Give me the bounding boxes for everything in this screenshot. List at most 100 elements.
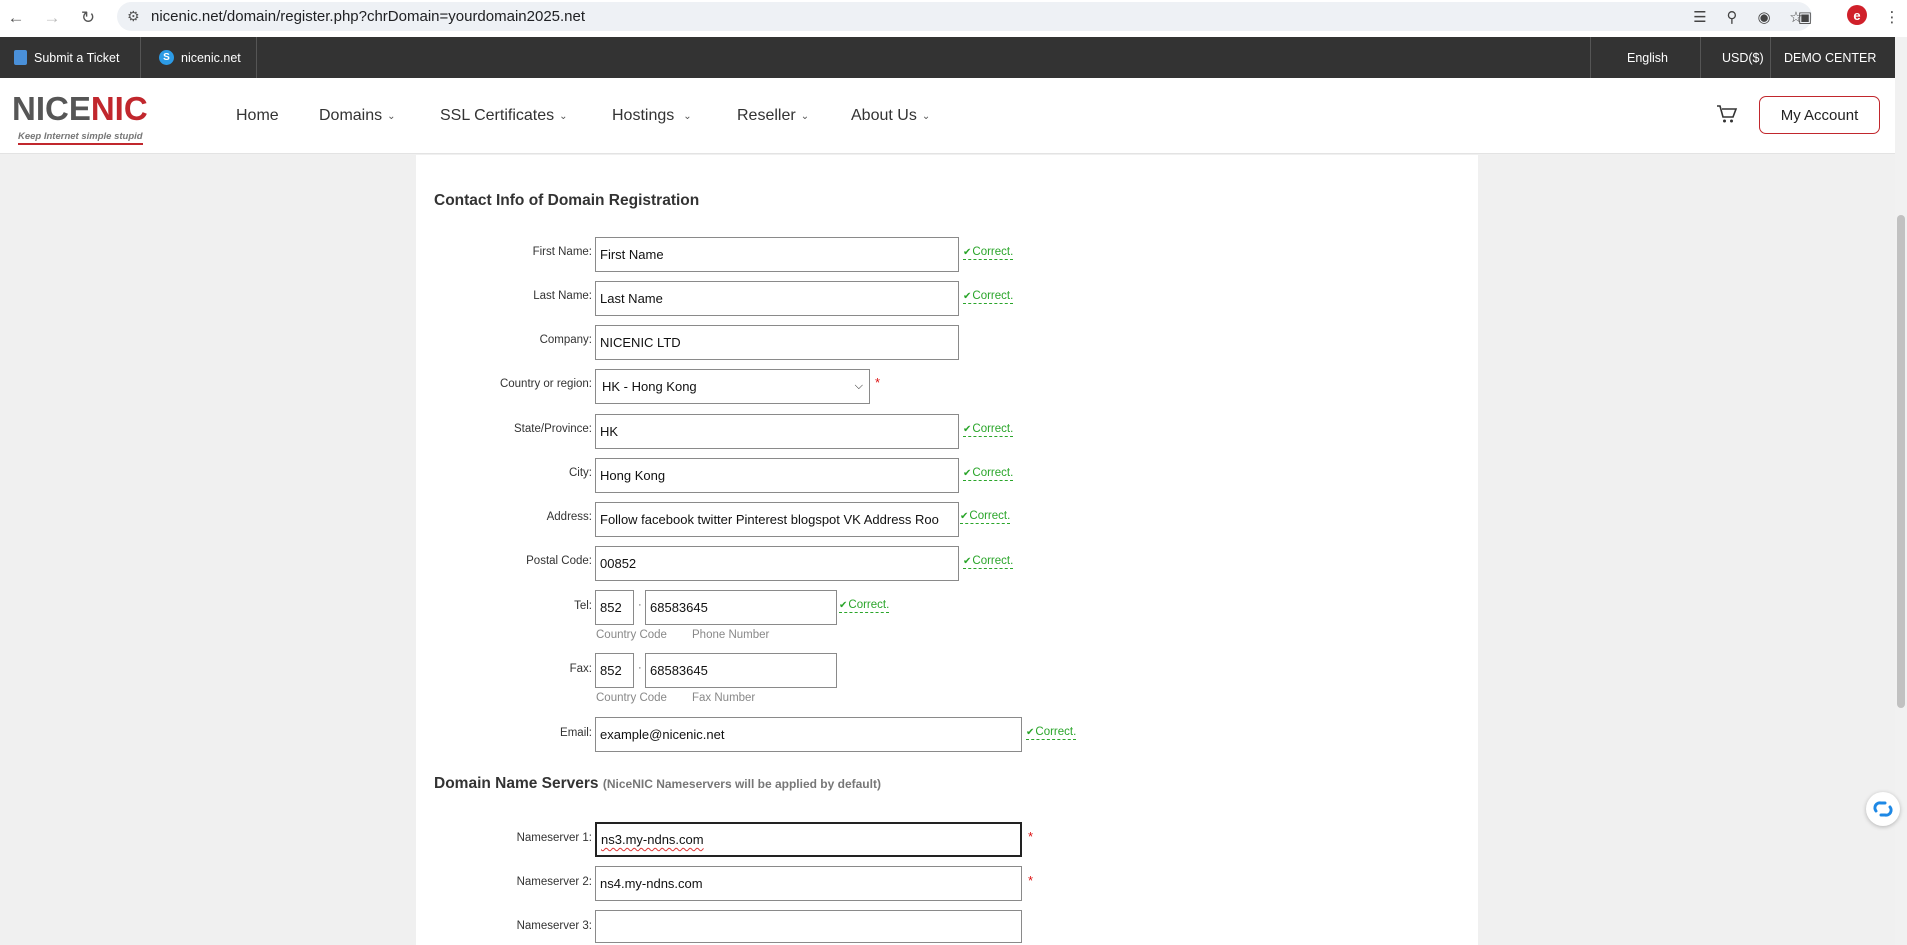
check-icon: ✔ (839, 600, 848, 611)
nameserver-2-field[interactable]: ns4.my-ndns.com (595, 866, 1022, 901)
nameserver-3-field[interactable] (595, 910, 1022, 943)
back-icon[interactable]: ← (2, 4, 30, 32)
required-mark: * (875, 375, 881, 390)
nav-about[interactable]: About Us ⌄ (851, 78, 930, 154)
first-name-valid: ✔Correct. (963, 246, 1014, 260)
check-icon: ✔ (963, 556, 972, 567)
postal-label: Postal Code: (526, 555, 592, 567)
demo-center-link[interactable]: DEMO CENTER (1784, 37, 1876, 78)
forward-icon[interactable]: → (38, 4, 66, 32)
my-account-button[interactable]: My Account (1759, 96, 1880, 134)
tel-country-code-field[interactable]: 852 (595, 590, 634, 625)
dns-note: (NiceNIC Nameservers will be applied by … (602, 777, 881, 791)
cart-icon[interactable] (1716, 104, 1738, 124)
link-icon (1873, 801, 1893, 817)
chevron-down-icon: ⌄ (683, 110, 692, 122)
valid-text: Correct. (972, 555, 1014, 567)
submit-ticket-label: Submit a Ticket (34, 50, 120, 65)
logo-text-gray: NICE (12, 90, 91, 127)
nameserver-1-field[interactable]: ns3.my-ndns.com (595, 822, 1022, 857)
nav-domains-label: Domains (319, 107, 383, 124)
email-valid: ✔Correct. (1026, 726, 1077, 740)
valid-text: Correct. (848, 599, 890, 611)
nav-hostings[interactable]: Hostings ⌄ (612, 78, 692, 154)
site-header: NICENIC Keep Internet simple stupid Home… (0, 78, 1895, 154)
translate-icon[interactable]: ☰ (1684, 2, 1716, 31)
registration-form-panel: Contact Info of Domain Registration Firs… (416, 155, 1478, 945)
valid-text: Correct. (972, 246, 1014, 258)
first-name-field[interactable]: First Name (595, 237, 959, 272)
dns-title-text: Domain Name Servers (434, 775, 599, 792)
check-icon: ✔ (963, 291, 972, 302)
logo-tagline: Keep Internet simple stupid (18, 131, 143, 145)
ticket-icon (14, 50, 27, 65)
address-label: Address: (546, 511, 592, 523)
tel-valid: ✔Correct. (839, 599, 890, 613)
city-field[interactable]: Hong Kong (595, 458, 959, 493)
address-field[interactable]: Follow facebook twitter Pinterest blogsp… (595, 502, 959, 537)
submit-ticket-link[interactable]: Submit a Ticket (14, 37, 119, 78)
ns1-value: ns3.my-ndns.com (601, 832, 704, 847)
my-account-label: My Account (1780, 106, 1859, 124)
fax-number-hint: Fax Number (692, 692, 756, 704)
zoom-icon[interactable]: ⚲ (1716, 2, 1748, 31)
postal-code-field[interactable]: 00852 (595, 546, 959, 581)
required-mark: * (1028, 873, 1034, 888)
valid-text: Correct. (972, 423, 1014, 435)
check-icon: ✔ (1026, 727, 1035, 738)
chevron-down-icon: ⌄ (800, 110, 810, 122)
skype-link[interactable]: S nicenic.net (159, 37, 241, 78)
last-name-field[interactable]: Last Name (595, 281, 959, 316)
nav-domains[interactable]: Domains ⌄ (319, 78, 396, 154)
chevron-down-icon: ⌄ (559, 110, 568, 122)
scrollbar-thumb[interactable] (1897, 215, 1905, 708)
site-info-icon[interactable]: ⚙ (127, 8, 140, 25)
company-field[interactable]: NICENIC LTD (595, 325, 959, 360)
state-field[interactable]: HK (595, 414, 959, 449)
nav-ssl-label: SSL Certificates (440, 107, 555, 124)
company-label: Company: (539, 334, 592, 346)
nav-home[interactable]: Home (236, 78, 279, 154)
last-name-label: Last Name: (533, 290, 592, 302)
nicenic-logo[interactable]: NICENIC Keep Internet simple stupid (12, 92, 148, 145)
tel-number-hint: Phone Number (692, 629, 770, 641)
address-bar[interactable]: ⚙ nicenic.net/domain/register.php?chrDom… (117, 2, 1812, 31)
check-icon: ✔ (963, 468, 972, 479)
language-label: English (1627, 50, 1668, 65)
language-selector[interactable]: English (1627, 37, 1668, 78)
nav-reseller[interactable]: Reseller ⌄ (737, 78, 809, 154)
country-select[interactable]: HK - Hong Kong ⌵ (595, 369, 870, 404)
city-valid: ✔Correct. (963, 467, 1014, 481)
reload-icon[interactable]: ↻ (74, 4, 102, 32)
nav-home-label: Home (236, 107, 279, 124)
browser-toolbar: ← → ↻ ⚙ nicenic.net/domain/register.php?… (0, 0, 1907, 37)
ns3-label: Nameserver 3: (516, 920, 592, 932)
demo-center-label: DEMO CENTER (1784, 50, 1877, 65)
browser-menu-icon[interactable]: ⋮ (1878, 2, 1906, 31)
dns-section-title: Domain Name Servers (NiceNIC Nameservers… (434, 775, 881, 793)
country-label: Country or region: (499, 378, 592, 390)
check-icon: ✔ (963, 247, 972, 258)
chat-widget-icon[interactable] (1866, 792, 1900, 826)
ns1-label: Nameserver 1: (516, 832, 592, 844)
address-valid: ✔Correct. (960, 510, 1011, 524)
last-name-valid: ✔Correct. (963, 290, 1014, 304)
tel-country-code-hint: Country Code (596, 629, 667, 641)
fax-number-field[interactable]: 68583645 (645, 653, 837, 688)
skype-label: nicenic.net (181, 50, 241, 65)
email-label: Email: (560, 727, 592, 739)
fax-country-code-hint: Country Code (596, 692, 667, 704)
email-field[interactable]: example@nicenic.net (595, 717, 1022, 752)
tel-number-field[interactable]: 68583645 (645, 590, 837, 625)
logo-text-red: NIC (90, 90, 148, 127)
nav-reseller-label: Reseller (737, 107, 796, 124)
url-text: nicenic.net/domain/register.php?chrDomai… (151, 8, 586, 25)
location-icon[interactable]: ◉ (1748, 2, 1780, 31)
postal-valid: ✔Correct. (963, 555, 1014, 569)
currency-selector[interactable]: USD($) (1722, 37, 1764, 78)
valid-text: Correct. (972, 290, 1014, 302)
extensions-icon[interactable]: ▣ (1789, 2, 1821, 31)
fax-country-code-field[interactable]: 852 (595, 653, 634, 688)
nav-ssl[interactable]: SSL Certificates ⌄ (440, 78, 568, 154)
profile-avatar-icon[interactable]: e (1847, 5, 1867, 25)
